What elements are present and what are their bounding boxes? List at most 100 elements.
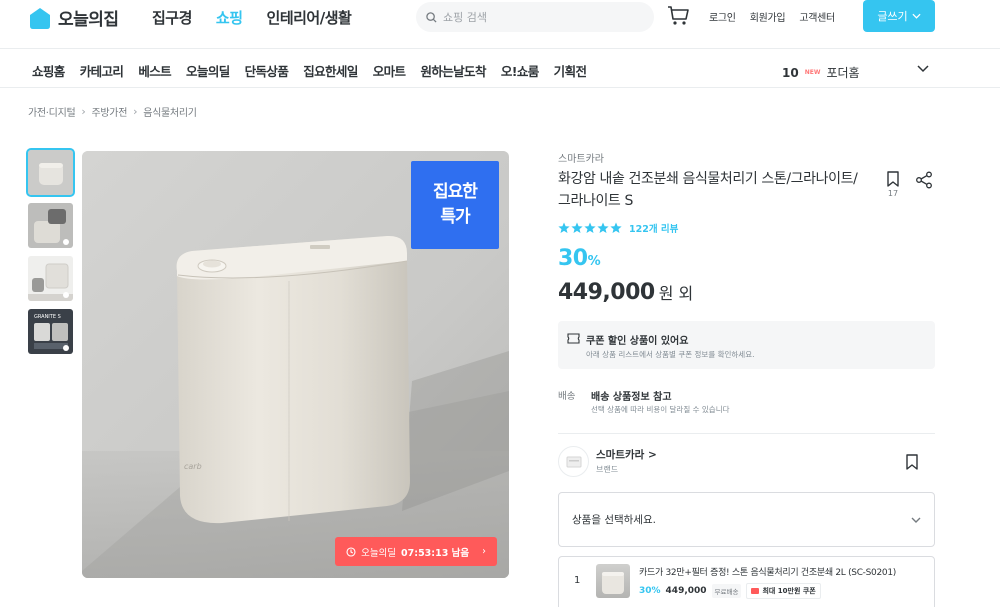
coupon-notice: 쿠폰 할인 상품이 있어요 아래 상품 리스트에서 상품별 쿠폰 정보를 확인하… [558, 321, 935, 369]
coupon-tag-label: 최대 10만원 쿠폰 [762, 587, 816, 595]
subnav-item[interactable]: 오!쇼룸 [501, 61, 539, 80]
svg-text:carb: carb [184, 462, 202, 471]
subnav-divider [0, 87, 1000, 88]
section-divider [558, 433, 935, 434]
product-title: 화강암 내솥 건조분쇄 음식물처리기 스톤/그라나이트/그라나이트 S [558, 171, 858, 209]
main-product-image[interactable]: carb 집요한 특가 오늘의딜 07:53:13 남음 › [82, 151, 509, 578]
nav-shopping[interactable]: 쇼핑 [216, 7, 243, 28]
brand-logo-icon [566, 456, 581, 467]
free-shipping-tag: 무료배송 [711, 584, 742, 598]
option-index: 1 [574, 575, 581, 586]
logo-text: 오늘의집 [58, 10, 119, 30]
coupon-tag: 최대 10만원 쿠폰 [746, 583, 821, 599]
coupon-title: 쿠폰 할인 상품이 있어요 [586, 336, 689, 347]
chevron-right-icon: › [482, 546, 486, 557]
subnav-item[interactable]: 카테고리 [80, 61, 124, 80]
price: 449,000 원 외 [558, 280, 693, 305]
shipping-label: 배송 [558, 391, 576, 402]
subnav-item[interactable]: 단독상품 [245, 61, 289, 80]
subnav-item[interactable]: 기획전 [554, 61, 587, 80]
rating-stars[interactable]: 122개 리뷰 [558, 221, 678, 235]
deal-timer-button[interactable]: 오늘의딜 07:53:13 남음 › [335, 537, 497, 566]
search-input[interactable] [443, 10, 633, 24]
option-price-row: 30% 449,000 무료배송 최대 10만원 쿠폰 [639, 583, 821, 599]
brand-name-link[interactable]: 스마트카라 > [596, 447, 657, 462]
price-suffix: 원 외 [658, 284, 694, 303]
star-icon [571, 222, 583, 233]
subnav-item[interactable]: 집요한세일 [303, 61, 358, 80]
logo[interactable]: 오늘의집 [28, 5, 119, 30]
discount-rate: 30% [558, 246, 601, 271]
coupon-icon [751, 588, 760, 594]
svg-text:GRANITE S: GRANITE S [34, 314, 61, 320]
option-thumbnail [596, 564, 630, 598]
option-title: 카드가 32만+필터 증정! 스톤 음식물처리기 건조분쇄 2L (SC-S02… [639, 568, 896, 578]
nav-interior-life[interactable]: 인테리어/생활 [267, 7, 352, 28]
cart-icon[interactable] [667, 5, 691, 27]
thumbnail-4[interactable]: GRANITE S [28, 309, 73, 354]
subnav-item[interactable]: 원하는날도착 [420, 61, 486, 80]
star-icon [597, 222, 609, 233]
bookmark-count: 17 [887, 189, 899, 198]
option-price: 449,000 [665, 586, 707, 596]
rank-number: 10 [782, 65, 799, 80]
subnav-item[interactable]: 베스트 [138, 61, 171, 80]
chevron-down-icon [911, 517, 921, 523]
rank-keyword: 포더홈 [826, 66, 860, 80]
search-icon [426, 11, 437, 23]
shipping-title: 배송 상품정보 참고 [591, 392, 672, 403]
brand-avatar[interactable] [558, 446, 589, 477]
thumbnail-list: GRANITE S [26, 148, 75, 354]
timer-label: 오늘의딜 [361, 547, 397, 559]
breadcrumb-item[interactable]: 가전·디지털 [28, 104, 76, 119]
option-discount: 30% [639, 586, 661, 596]
nav-house-tour[interactable]: 집구경 [152, 7, 192, 28]
option-select-placeholder: 상품을 선택하세요. [572, 514, 656, 526]
user-links: 로그인 회원가입 고객센터 [709, 9, 835, 24]
breadcrumb-item[interactable]: 음식물처리기 [143, 104, 197, 119]
subnav-item[interactable]: 오늘의딜 [186, 61, 230, 80]
badge-line-2: 특가 [440, 207, 470, 227]
special-deal-badge: 집요한 특가 [411, 161, 499, 249]
write-button-label: 글쓰기 [877, 10, 908, 23]
subnav-item[interactable]: 쇼핑홈 [32, 61, 65, 80]
search-bar[interactable] [416, 2, 654, 32]
review-count[interactable]: 122개 리뷰 [629, 221, 678, 235]
new-badge: NEW [804, 69, 821, 76]
bookmark-button[interactable]: 17 [884, 171, 902, 201]
chevron-down-icon [912, 13, 921, 19]
login-link[interactable]: 로그인 [709, 9, 736, 24]
breadcrumb: 가전·디지털 › 주방가전 › 음식물처리기 [28, 104, 197, 119]
brand-type: 브랜드 [596, 465, 619, 474]
star-icon [610, 222, 622, 233]
star-icon [584, 222, 596, 233]
bookmark-icon [887, 171, 899, 187]
subnav-item[interactable]: 오마트 [373, 61, 406, 80]
star-icon [558, 222, 570, 233]
popular-keyword-ticker[interactable]: 10 NEW 포더홈 [782, 64, 860, 81]
thumbnail-3[interactable] [28, 256, 73, 301]
brand-row: 스마트카라 > 브랜드 [558, 446, 935, 478]
thumbnail-1[interactable] [26, 148, 75, 197]
option-list-item[interactable]: 1 카드가 32만+필터 증정! 스톤 음식물처리기 건조분쇄 2L (SC-S… [558, 556, 935, 607]
share-icon[interactable] [915, 171, 933, 189]
product-brand[interactable]: 스마트카라 [558, 150, 604, 165]
breadcrumb-item[interactable]: 주방가전 [92, 104, 128, 119]
shipping-subtitle: 선택 상품에 따라 비용이 달라질 수 있습니다 [591, 405, 730, 414]
chevron-right-icon: › [133, 105, 138, 118]
support-link[interactable]: 고객센터 [799, 9, 835, 24]
option-select[interactable]: 상품을 선택하세요. [558, 492, 935, 547]
bookmark-icon[interactable] [904, 454, 920, 470]
chevron-down-icon[interactable] [916, 62, 930, 76]
main-nav: 집구경 쇼핑 인테리어/생활 [152, 7, 352, 28]
signup-link[interactable]: 회원가입 [750, 9, 786, 24]
thumbnail-2[interactable] [28, 203, 73, 248]
shopping-subnav: 쇼핑홈 카테고리 베스트 오늘의딜 단독상품 집요한세일 오마트 원하는날도착 … [32, 61, 587, 80]
coupon-subtitle: 아래 상품 리스트에서 상품별 쿠폰 정보를 확인하세요. [586, 350, 755, 359]
clock-icon [346, 546, 356, 557]
timer-value: 07:53:13 남음 [401, 547, 470, 559]
header-divider [0, 48, 1000, 49]
write-button[interactable]: 글쓰기 [863, 0, 935, 32]
top-header: 오늘의집 집구경 쇼핑 인테리어/생활 로그인 회원가입 고객센터 글쓰기 [0, 0, 1000, 48]
chevron-right-icon: › [81, 105, 86, 118]
